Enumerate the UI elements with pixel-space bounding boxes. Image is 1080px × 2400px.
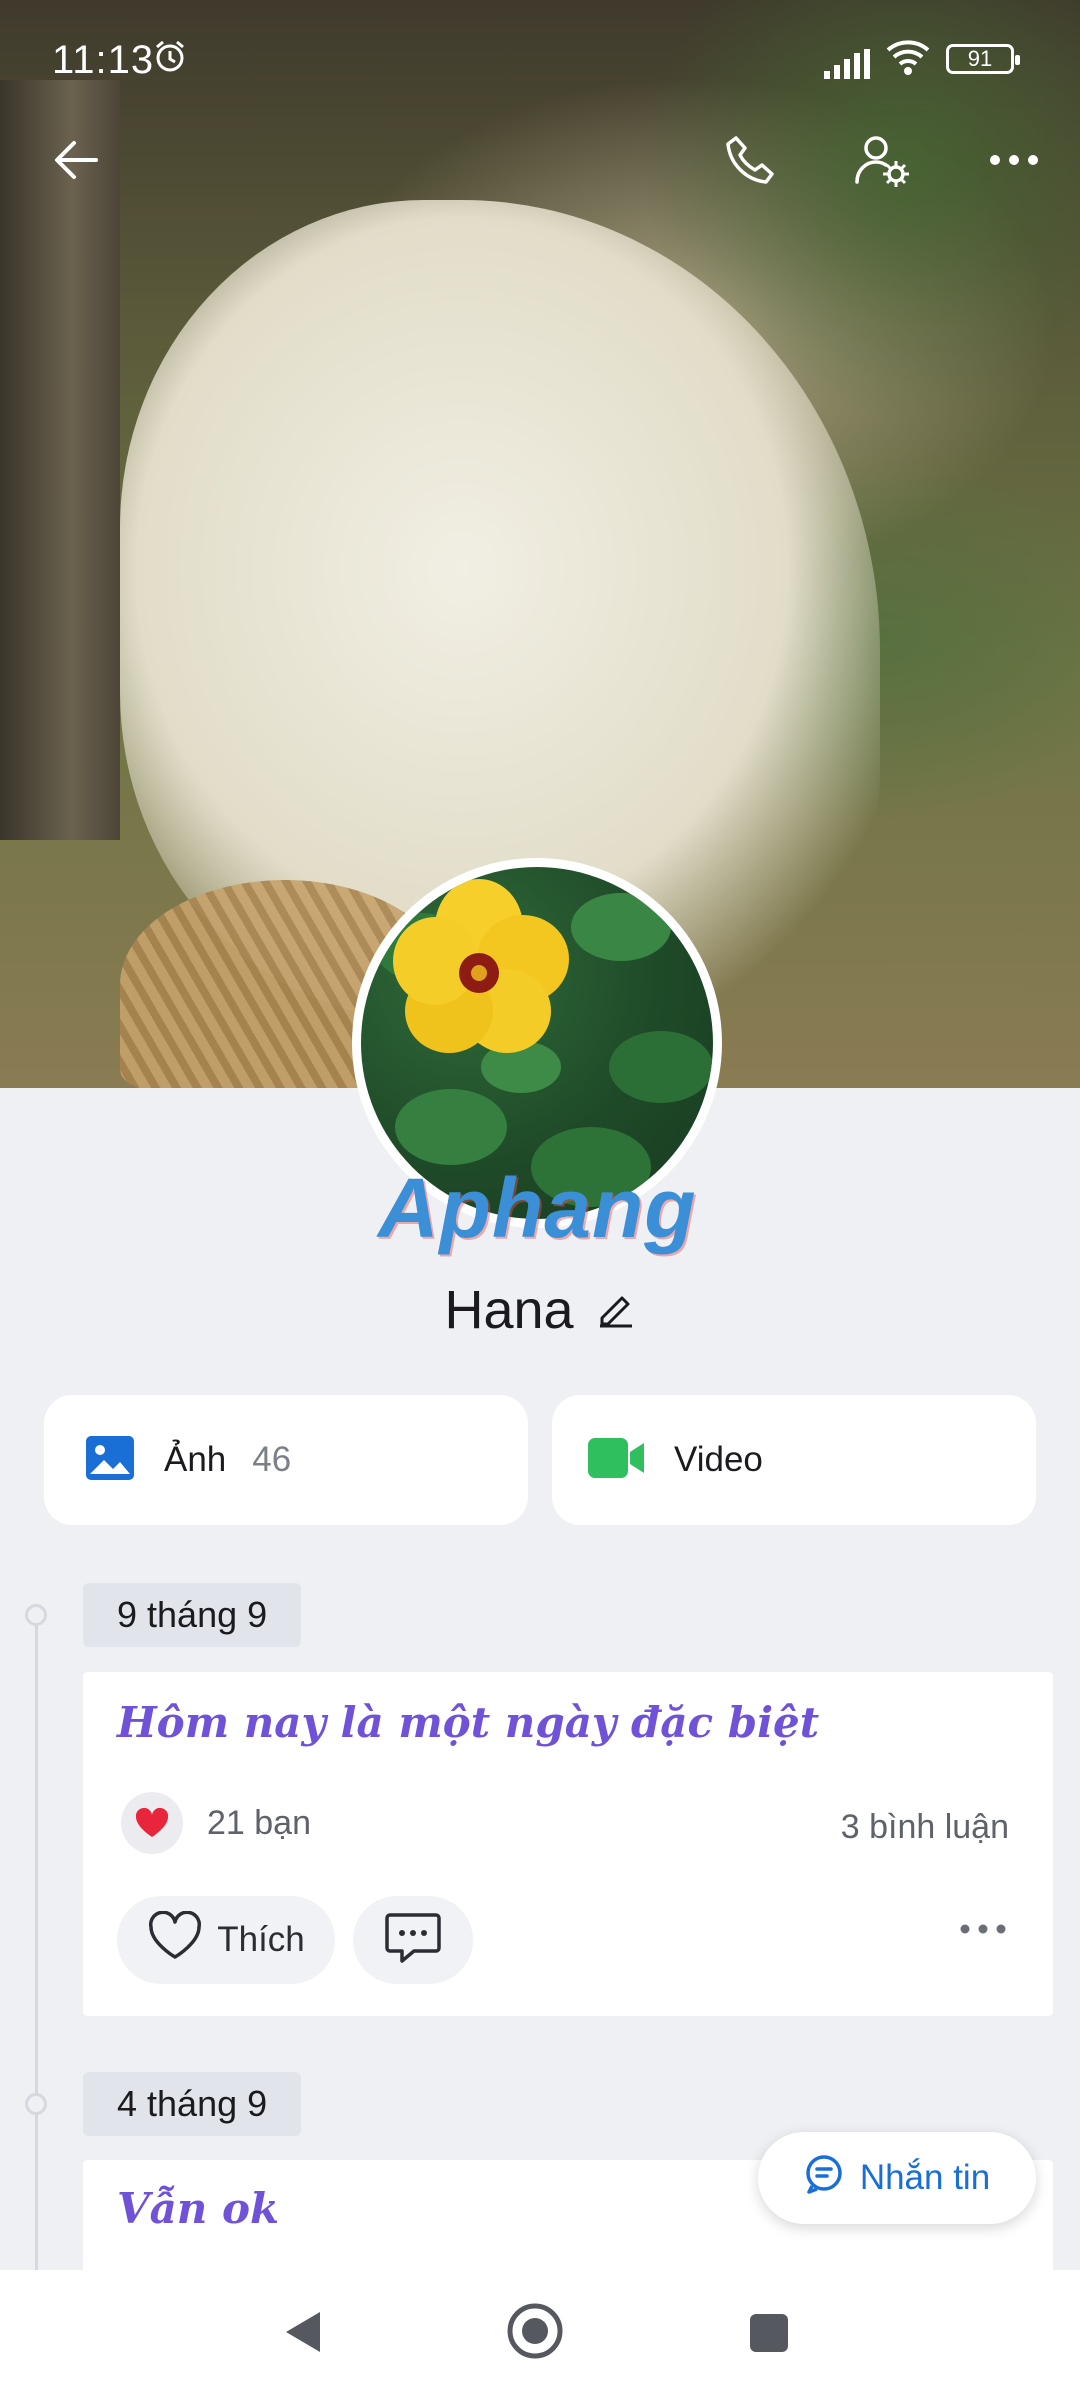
alarm-icon (152, 38, 188, 74)
comment-button[interactable] (353, 1896, 473, 1984)
home-circle-icon[interactable] (506, 2302, 564, 2365)
videos-label: Video (674, 1440, 763, 1479)
timeline-line (35, 1615, 38, 2275)
system-navigation-bar (0, 2270, 1080, 2400)
more-icon[interactable] (984, 130, 1044, 190)
wifi-icon (884, 38, 932, 86)
date-chip: 4 tháng 9 (83, 2072, 302, 2136)
profile-name: Hana (444, 1280, 574, 1340)
photos-count: 46 (252, 1440, 292, 1479)
status-time: 11:13 (52, 38, 155, 82)
edit-pencil-icon[interactable] (596, 1288, 636, 1333)
back-arrow-icon[interactable] (46, 130, 106, 190)
comment-count[interactable]: 3 bình luận (841, 1808, 1009, 1847)
like-button[interactable]: Thích (117, 1896, 335, 1984)
photos-label: Ảnh (164, 1440, 227, 1479)
signal-icon (822, 44, 872, 89)
battery-icon: 91 (946, 44, 1020, 74)
user-settings-icon[interactable] (852, 130, 912, 190)
photo-icon (84, 1432, 136, 1489)
recents-square-icon[interactable] (748, 2312, 790, 2359)
post-title[interactable]: Vẫn ok (117, 2184, 279, 2233)
comment-bubble-icon (384, 1911, 442, 1970)
message-button-label: Nhắn tin (859, 2158, 991, 2197)
heart-reaction-icon (121, 1792, 183, 1854)
heart-outline-icon (147, 1910, 203, 1970)
timeline-dot (25, 1604, 47, 1626)
videos-card[interactable]: Video (552, 1395, 1036, 1525)
date-chip: 9 tháng 9 (83, 1583, 302, 1647)
reaction-count: 21 bạn (207, 1803, 311, 1842)
profile-name-row: Hana (0, 1270, 1080, 1350)
photos-card[interactable]: Ảnh 46 (44, 1395, 528, 1525)
post-title[interactable]: Hôm nay là một ngày đặc biệt (117, 1698, 819, 1747)
post-more-icon[interactable] (959, 1922, 1007, 1940)
video-icon (588, 1436, 646, 1485)
back-triangle-icon[interactable] (282, 2308, 322, 2361)
like-label: Thích (217, 1920, 305, 1959)
timeline-post[interactable]: Hôm nay là một ngày đặc biệt 21 bạn 3 bì… (83, 1672, 1053, 2016)
chat-icon (804, 2154, 844, 2203)
top-navigation (0, 112, 1080, 204)
phone-call-icon[interactable] (720, 130, 780, 190)
watermark-logo: Aphang (378, 1161, 697, 1255)
status-bar: 11:13 91 (0, 0, 1080, 112)
reaction-summary[interactable]: 21 bạn (121, 1792, 311, 1854)
message-button[interactable]: Nhắn tin (758, 2132, 1036, 2224)
timeline-dot (25, 2093, 47, 2115)
